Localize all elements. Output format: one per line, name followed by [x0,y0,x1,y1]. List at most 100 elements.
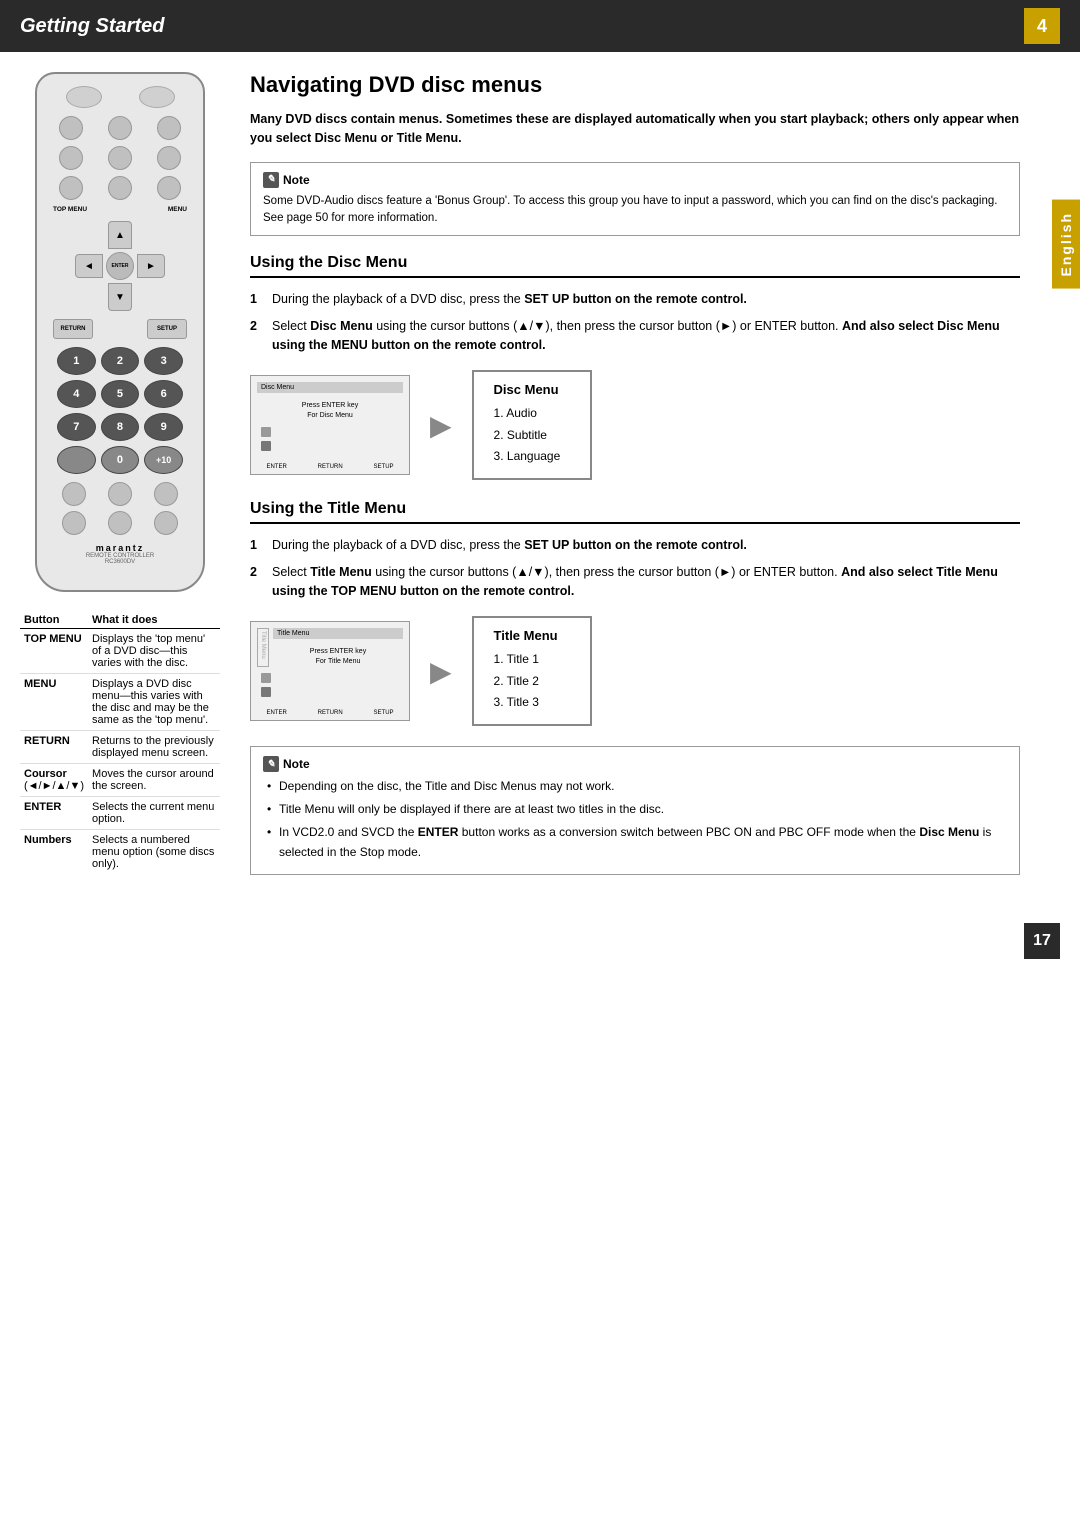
table-row: ENTER Selects the current menu option. [20,797,220,830]
bottom-row-1 [51,482,189,506]
footer-page-number: 17 [1024,923,1060,959]
remote-btn [108,176,132,200]
bottom-row-2 [51,511,189,535]
btn-8: 8 [101,413,140,441]
btn-empty [57,446,96,474]
list-item: 1. Audio [494,403,570,425]
btn-name: ENTER [20,797,88,830]
btn-2: 2 [101,347,140,375]
list-item: 2 Select Disc Menu using the cursor butt… [250,317,1020,355]
screen-btn: SETUP [374,710,394,716]
title-label: Title Menu [257,628,269,667]
remote-oval-right [139,86,175,108]
step-text: Select Title Menu using the cursor butto… [272,563,1020,601]
result-title: Disc Menu [494,382,570,397]
arrow-right-icon: ▶ [430,409,452,442]
remote-row-1 [47,116,193,140]
screen-prompt: Press ENTER keyFor Disc Menu [257,401,403,421]
brand-name: marantz [47,543,193,553]
dpad-enter: ENTER [106,252,134,280]
table-row: Coursor (◄/►/▲/▼) Moves the cursor aroun… [20,764,220,797]
screen-bottom-btns: ENTER RETURN SETUP [251,710,409,716]
list-item: Title Menu will only be displayed if the… [263,800,1007,819]
note-box-2: ✎ Note Depending on the disc, the Title … [250,746,1020,875]
screen-icons [257,673,403,697]
result-list: 1. Title 1 2. Title 2 3. Title 3 [494,649,570,714]
screen-title: Disc Menu [257,382,403,393]
icon-sq [261,687,271,697]
btn-name: MENU [20,674,88,731]
btn-9: 9 [144,413,183,441]
btn-name: RETURN [20,731,88,764]
remote-btn [157,176,181,200]
step-num: 2 [250,563,264,601]
left-column: TOP MENU MENU ▲ ▼ ◄ ► ENTER RETURN SETUP… [20,72,220,893]
remote-btn [108,482,132,506]
btn-7: 7 [57,413,96,441]
remote-bottom [51,482,189,535]
table-row: MENU Displays a DVD disc menu—this varie… [20,674,220,731]
page-footer: 17 [0,913,1080,969]
btn-plus10: +10 [144,446,183,474]
screen-icons [257,427,403,451]
disc-menu-result: Disc Menu 1. Audio 2. Subtitle 3. Langua… [472,370,592,480]
title-menu-steps: 1 During the playback of a DVD disc, pre… [250,536,1020,600]
screen-icon-row [261,441,403,451]
title-menu-screen: Title Menu Title Menu Press ENTER keyFor… [250,621,410,721]
note-text: Some DVD-Audio discs feature a 'Bonus Gr… [263,193,1007,228]
screen-btn: SETUP [374,464,394,470]
remote-btn [108,116,132,140]
page-title: Getting Started [20,15,164,38]
remote-btn [59,116,83,140]
list-item: 3. Language [494,446,570,468]
title-menu-screen-area: Title Menu Title Menu Press ENTER keyFor… [250,616,1020,726]
remote-row-3 [47,176,193,200]
setup-btn: SETUP [147,319,187,339]
col-button: Button [20,612,88,629]
step-text: During the playback of a DVD disc, press… [272,290,747,309]
table-row: RETURN Returns to the previously display… [20,731,220,764]
brand-sub2: RC3600DV [47,559,193,565]
remote-top [47,86,193,108]
remote-btn [154,511,178,535]
note-icon: ✎ [263,172,279,188]
remote-btn [59,176,83,200]
step-num: 1 [250,536,264,555]
remote-btn [108,146,132,170]
result-title: Title Menu [494,628,570,643]
step-text: Select Disc Menu using the cursor button… [272,317,1020,355]
screen-btn: ENTER [266,710,286,716]
list-item: 3. Title 3 [494,692,570,714]
disc-menu-title: Using the Disc Menu [250,254,1020,278]
disc-menu-screen-area: Disc Menu Press ENTER keyFor Disc Menu E… [250,370,1020,480]
screen-btn: RETURN [318,464,343,470]
screen-btn: RETURN [318,710,343,716]
remote-row-2 [47,146,193,170]
dpad-down: ▼ [108,283,132,311]
btn-desc: Selects a numbered menu option (some dis… [88,830,220,875]
table-row: Numbers Selects a numbered menu option (… [20,830,220,875]
english-tab: English [1052,200,1080,289]
table-row: TOP MENU Displays the 'top menu' of a DV… [20,629,220,674]
top-menu-label: TOP MENU [53,206,87,213]
list-item: 1. Title 1 [494,649,570,671]
note2-label: Note [283,755,310,773]
screen-title-bar: Title Menu [273,628,403,639]
remote-btn [157,146,181,170]
dpad: ▲ ▼ ◄ ► ENTER [75,221,165,311]
menu-label: MENU [168,206,187,213]
list-item: 1 During the playback of a DVD disc, pre… [250,536,1020,555]
note-title: ✎ Note [263,171,1007,189]
dpad-right: ► [137,254,165,278]
btn-5: 5 [101,380,140,408]
screen-bottom-btns: ENTER RETURN SETUP [251,464,409,470]
screen-icon-row [261,427,403,437]
note2-icon: ✎ [263,756,279,772]
button-table: Button What it does TOP MENU Displays th… [20,612,220,874]
list-item: 1 During the playback of a DVD disc, pre… [250,290,1020,309]
disc-menu-screen: Disc Menu Press ENTER keyFor Disc Menu E… [250,375,410,475]
title-menu-result: Title Menu 1. Title 1 2. Title 2 3. Titl… [472,616,592,726]
screen-prompt: Press ENTER keyFor Title Menu [273,647,403,667]
btn-desc: Returns to the previously displayed menu… [88,731,220,764]
btn-6: 6 [144,380,183,408]
